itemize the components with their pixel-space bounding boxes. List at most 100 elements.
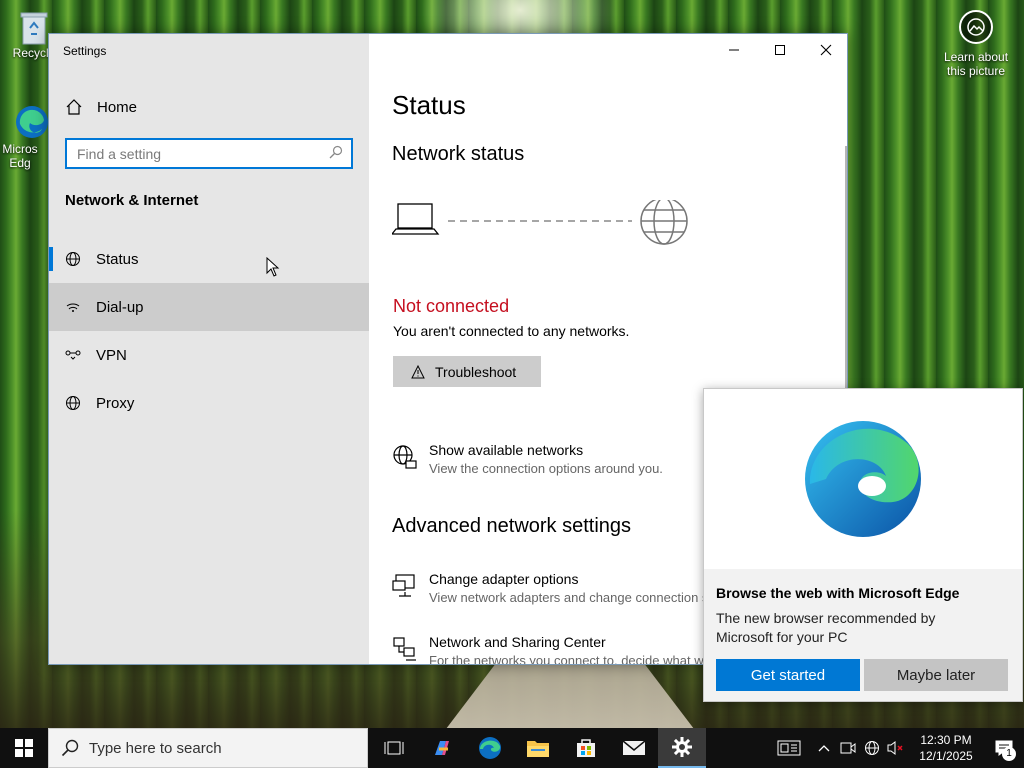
copilot-button[interactable] <box>418 728 466 768</box>
show-networks-desc: View the connection options around you. <box>429 461 663 476</box>
clock-time: 12:30 PM <box>920 733 972 747</box>
volume-muted-icon <box>887 741 903 755</box>
maximize-icon <box>775 45 785 55</box>
settings-sidebar: Settings Home Network & Internet Status <box>49 34 369 664</box>
store-icon <box>577 739 595 757</box>
edge-promo-popup: Browse the web with Microsoft Edge The n… <box>703 388 1023 702</box>
taskbar-search-placeholder: Type here to search <box>89 739 222 757</box>
globe-icon <box>640 197 688 245</box>
news-widget-button[interactable] <box>766 728 812 768</box>
window-controls <box>711 34 847 66</box>
home-link[interactable]: Home <box>65 96 137 118</box>
start-button[interactable] <box>0 728 48 768</box>
globe-icon <box>65 251 81 267</box>
camera-icon <box>959 10 993 44</box>
notification-badge: 1 <box>1002 747 1016 761</box>
home-label: Home <box>97 98 138 116</box>
sidebar-item-dialup[interactable]: Dial-up <box>49 283 369 331</box>
edge-icon <box>479 737 501 759</box>
page-title: Status <box>392 90 466 120</box>
globe-icon <box>65 395 81 411</box>
clock-date: 12/1/2025 <box>919 749 973 763</box>
adapter-icon <box>392 573 418 599</box>
change-adapter-desc: View network adapters and change connect… <box>429 590 709 605</box>
edge-logo-icon <box>805 421 921 537</box>
file-explorer-button[interactable] <box>514 728 562 768</box>
minimize-icon <box>729 49 739 51</box>
sidebar-item-vpn[interactable]: VPN <box>49 331 369 379</box>
network-status-heading: Network status <box>392 143 525 165</box>
edge-taskbar-button[interactable] <box>466 728 514 768</box>
edge-popup-description: The new browser recommended by Microsoft… <box>716 610 936 645</box>
change-adapter-title: Change adapter options <box>429 571 579 587</box>
sharing-center-title: Network and Sharing Center <box>429 634 606 650</box>
connection-status-description: You aren't connected to any networks. <box>393 323 630 339</box>
search-icon[interactable] <box>329 145 343 162</box>
find-setting-search[interactable] <box>65 138 353 169</box>
section-title: Network & Internet <box>65 192 199 209</box>
connection-status: Not connected <box>393 296 510 316</box>
task-view-icon <box>384 741 404 755</box>
system-tray: 12:30 PM 12/1/2025 1 <box>766 728 1024 768</box>
edge-popup-buttons: Get started Maybe later <box>716 659 1008 691</box>
task-view-button[interactable] <box>370 728 418 768</box>
get-started-button[interactable]: Get started <box>716 659 860 691</box>
settings-icon <box>672 737 692 757</box>
show-hidden-icons-button[interactable] <box>812 728 836 768</box>
taskbar: Type here to search 12:30 PM 12/1/2025 1 <box>0 728 1024 768</box>
show-networks-title: Show available networks <box>429 442 584 458</box>
store-button[interactable] <box>562 728 610 768</box>
recycle-bin-icon <box>16 8 52 45</box>
edge-logo-hero <box>704 389 1022 569</box>
copilot-icon <box>435 741 449 755</box>
settings-taskbar-button[interactable] <box>658 728 706 768</box>
volume-button[interactable] <box>884 728 908 768</box>
network-sharing-center-link[interactable]: Network and Sharing Center For the netwo… <box>392 634 704 664</box>
network-diagram <box>390 197 692 250</box>
search-icon <box>61 739 79 757</box>
network-tray-button[interactable] <box>860 728 884 768</box>
troubleshoot-button[interactable]: Troubleshoot <box>393 356 541 387</box>
advanced-settings-heading: Advanced network settings <box>392 515 632 537</box>
sharing-center-icon <box>392 636 418 662</box>
maybe-later-button[interactable]: Maybe later <box>864 659 1008 691</box>
sidebar-item-status[interactable]: Status <box>49 235 369 283</box>
window-title: Settings <box>63 44 107 58</box>
edge-popup-title: Browse the web with Microsoft Edge <box>716 585 960 601</box>
dialup-icon <box>65 299 81 315</box>
action-center-button[interactable]: 1 <box>984 728 1024 768</box>
search-input[interactable] <box>77 145 329 162</box>
taskbar-apps <box>370 728 706 768</box>
sidebar-item-label: Status <box>96 250 139 268</box>
edge-icon <box>14 104 50 140</box>
edge-popup-body: Browse the web with Microsoft Edge The n… <box>704 569 1022 701</box>
meet-now-button[interactable] <box>836 728 860 768</box>
network-globe-icon <box>865 741 879 755</box>
file-explorer-icon <box>527 741 549 757</box>
windows-logo-icon <box>15 739 33 757</box>
clock[interactable]: 12:30 PM 12/1/2025 <box>908 732 984 764</box>
maximize-button[interactable] <box>757 34 803 66</box>
vpn-icon <box>65 347 81 363</box>
sidebar-item-label: VPN <box>96 346 127 364</box>
learn-about-picture[interactable]: Learn about this picture <box>936 10 1016 78</box>
sidebar-item-proxy[interactable]: Proxy <box>49 379 369 427</box>
sidebar-item-label: Proxy <box>96 394 135 412</box>
home-icon <box>65 98 83 116</box>
mail-icon <box>622 740 646 755</box>
camera-icon <box>840 742 856 754</box>
mail-button[interactable] <box>610 728 658 768</box>
news-icon <box>777 740 801 756</box>
warning-icon <box>411 364 425 379</box>
show-available-networks-link[interactable]: Show available networks View the connect… <box>392 442 663 476</box>
sidebar-item-label: Dial-up <box>96 298 144 316</box>
laptop-icon <box>390 203 440 235</box>
taskbar-search-box[interactable]: Type here to search <box>48 728 368 768</box>
scrollbar[interactable] <box>845 146 847 396</box>
chevron-up-icon <box>818 745 830 752</box>
troubleshoot-label: Troubleshoot <box>435 363 517 380</box>
close-button[interactable] <box>803 34 847 66</box>
change-adapter-options-link[interactable]: Change adapter options View network adap… <box>392 571 708 605</box>
network-globe-icon <box>392 444 418 470</box>
minimize-button[interactable] <box>711 34 757 66</box>
